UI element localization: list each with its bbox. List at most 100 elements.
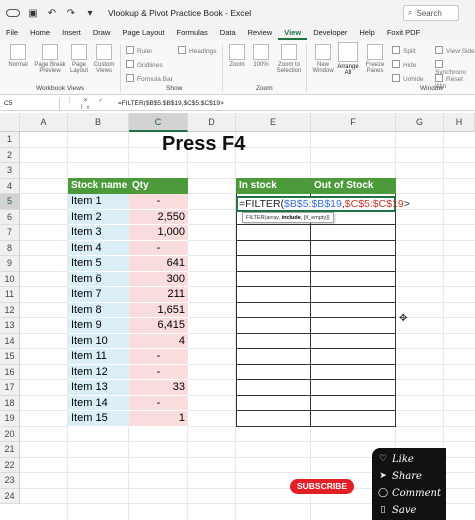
- stock-name-cell[interactable]: Item 10: [68, 333, 129, 349]
- qty-cell[interactable]: -: [129, 240, 188, 256]
- out-of-stock-cell[interactable]: [311, 256, 396, 272]
- row-header[interactable]: 5: [0, 194, 20, 210]
- in-stock-cell[interactable]: [236, 395, 311, 411]
- row-header[interactable]: 21: [0, 442, 20, 458]
- hide-button[interactable]: Hide: [392, 60, 416, 69]
- zoom-button[interactable]: Zoom: [226, 44, 248, 68]
- qty-cell[interactable]: -: [129, 194, 188, 210]
- tab-insert[interactable]: Insert: [56, 26, 87, 40]
- stock-name-cell[interactable]: Item 6: [68, 271, 129, 287]
- share-item[interactable]: ➤ Share: [378, 468, 446, 485]
- out-of-stock-cell[interactable]: [311, 380, 396, 396]
- row-header[interactable]: 22: [0, 457, 20, 473]
- row-header[interactable]: 4: [0, 178, 20, 194]
- row-header[interactable]: 8: [0, 240, 20, 256]
- stock-name-cell[interactable]: Item 13: [68, 380, 129, 396]
- like-item[interactable]: ♡ Like: [378, 451, 446, 468]
- in-stock-cell[interactable]: [236, 380, 311, 396]
- out-of-stock-cell[interactable]: [311, 287, 396, 303]
- row-header[interactable]: 13: [0, 318, 20, 334]
- column-header-c[interactable]: C: [129, 113, 188, 132]
- out-of-stock-cell[interactable]: [311, 333, 396, 349]
- select-all-corner[interactable]: [0, 113, 20, 132]
- tab-foxit-pdf[interactable]: Foxit PDF: [381, 26, 426, 40]
- stock-name-cell[interactable]: Item 1: [68, 194, 129, 210]
- row-header[interactable]: 3: [0, 163, 20, 179]
- zoom-to-selection-button[interactable]: Zoom to Selection: [274, 44, 304, 74]
- stock-name-cell[interactable]: Item 7: [68, 287, 129, 303]
- page-break-preview-button[interactable]: Page Break Preview: [34, 44, 66, 74]
- unhide-button[interactable]: Unhide: [392, 74, 424, 83]
- column-header-h[interactable]: H: [444, 113, 475, 132]
- redo-icon[interactable]: ↷: [65, 7, 77, 19]
- in-stock-cell[interactable]: [236, 271, 311, 287]
- qty-cell[interactable]: 2,550: [129, 209, 188, 225]
- search-input[interactable]: ⌕ Search: [403, 5, 459, 21]
- in-stock-cell[interactable]: [236, 318, 311, 334]
- out-of-stock-cell[interactable]: [311, 349, 396, 365]
- formula-input[interactable]: =FILTER($B$5:$B$19,$C$5:$C$19>: [114, 100, 224, 107]
- column-header-d[interactable]: D: [188, 113, 236, 132]
- in-stock-cell[interactable]: [236, 349, 311, 365]
- tab-review[interactable]: Review: [242, 26, 279, 40]
- in-stock-cell[interactable]: [236, 411, 311, 427]
- row-header[interactable]: 2: [0, 147, 20, 163]
- freeze-panes-button[interactable]: Freeze Panes: [362, 44, 388, 74]
- qty-cell[interactable]: -: [129, 395, 188, 411]
- row-header[interactable]: 19: [0, 411, 20, 427]
- in-stock-cell[interactable]: [236, 333, 311, 349]
- column-header-f[interactable]: F: [311, 113, 396, 132]
- out-of-stock-cell[interactable]: [311, 411, 396, 427]
- zoom-100-button[interactable]: 100%: [250, 44, 272, 68]
- qty-cell[interactable]: 1,651: [129, 302, 188, 318]
- row-header[interactable]: 17: [0, 380, 20, 396]
- subscribe-button[interactable]: SUBSCRIBE: [290, 479, 354, 494]
- header-in-stock[interactable]: In stock: [236, 178, 311, 194]
- row-header[interactable]: 6: [0, 209, 20, 225]
- function-tooltip[interactable]: FILTER(array, include, [if_empty]): [242, 212, 334, 223]
- stock-name-cell[interactable]: Item 2: [68, 209, 129, 225]
- split-button[interactable]: Split: [392, 46, 416, 55]
- row-header[interactable]: 18: [0, 395, 20, 411]
- in-stock-cell[interactable]: [236, 364, 311, 380]
- qty-cell[interactable]: 211: [129, 287, 188, 303]
- in-stock-cell[interactable]: [236, 256, 311, 272]
- qty-cell[interactable]: 33: [129, 380, 188, 396]
- tab-home[interactable]: Home: [24, 26, 56, 40]
- comment-item[interactable]: ◯ Comment: [378, 485, 446, 502]
- in-stock-cell[interactable]: [236, 302, 311, 318]
- in-stock-cell[interactable]: [236, 225, 311, 241]
- stock-name-cell[interactable]: Item 12: [68, 364, 129, 380]
- save-item[interactable]: ▯ Save: [378, 502, 446, 519]
- row-header[interactable]: 16: [0, 364, 20, 380]
- qty-cell[interactable]: -: [129, 349, 188, 365]
- normal-view-button[interactable]: Normal: [6, 44, 30, 68]
- formula-bar-checkbox[interactable]: Formula Bar: [126, 74, 173, 83]
- in-stock-cell[interactable]: [236, 240, 311, 256]
- headings-checkbox[interactable]: Headings: [178, 46, 216, 55]
- header-stock-name[interactable]: Stock name: [68, 178, 129, 194]
- row-header[interactable]: 9: [0, 256, 20, 272]
- stock-name-cell[interactable]: Item 4: [68, 240, 129, 256]
- tab-developer[interactable]: Developer: [307, 26, 353, 40]
- save-icon[interactable]: ▣: [27, 7, 39, 19]
- header-out-of-stock[interactable]: Out of Stock: [311, 178, 396, 194]
- new-window-button[interactable]: New Window: [310, 44, 336, 74]
- tab-help[interactable]: Help: [353, 26, 380, 40]
- tab-formulas[interactable]: Formulas: [171, 26, 214, 40]
- row-header[interactable]: 14: [0, 333, 20, 349]
- header-qty[interactable]: Qty: [129, 178, 188, 194]
- out-of-stock-cell[interactable]: [311, 318, 396, 334]
- autosave-icon[interactable]: [6, 9, 20, 17]
- out-of-stock-cell[interactable]: [311, 302, 396, 318]
- tab-page-layout[interactable]: Page Layout: [116, 26, 170, 40]
- row-header[interactable]: 24: [0, 488, 20, 504]
- stock-name-cell[interactable]: Item 3: [68, 225, 129, 241]
- gridlines-checkbox[interactable]: Gridlines: [126, 60, 163, 69]
- qty-cell[interactable]: 6,415: [129, 318, 188, 334]
- custom-views-button[interactable]: Custom Views: [92, 44, 116, 74]
- qty-cell[interactable]: 641: [129, 256, 188, 272]
- tab-data[interactable]: Data: [214, 26, 242, 40]
- row-header[interactable]: 11: [0, 287, 20, 303]
- stock-name-cell[interactable]: Item 8: [68, 302, 129, 318]
